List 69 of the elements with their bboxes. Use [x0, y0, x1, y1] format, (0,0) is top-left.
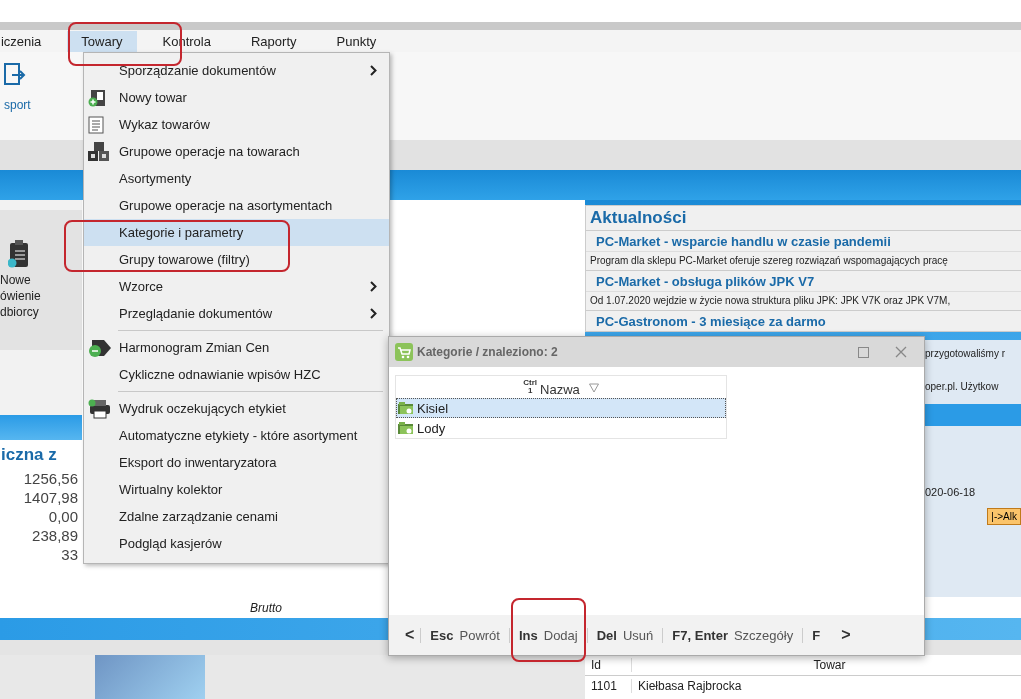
previous-button[interactable]: <: [399, 626, 421, 644]
menu-item[interactable]: Wykaz towarów: [84, 111, 389, 138]
new-order-tile[interactable]: Nowe ówienie dbiorcy: [0, 210, 82, 350]
table-cell: 1101: [585, 679, 632, 693]
menu-item[interactable]: Automatyczne etykiety - które asortyment: [84, 422, 389, 449]
cart-icon: [395, 343, 413, 361]
menu-item[interactable]: Przeglądanie dokumentów: [84, 300, 389, 327]
axis-label: Brutto: [250, 600, 282, 615]
filter-icon: [588, 383, 599, 393]
printer-icon: [88, 398, 112, 419]
export-icon: [4, 62, 26, 86]
dialog-title: Kategorie / znaleziono: 2: [417, 345, 559, 359]
maximize-icon: [857, 346, 869, 358]
table-cell-text: Kiełbasa Rajbrocka: [637, 679, 743, 693]
category-row[interactable]: Kisiel: [396, 398, 726, 418]
shortcut-button[interactable]: Esc Powrót: [420, 627, 509, 643]
shortcut-button[interactable]: Ins Dodaj: [508, 627, 587, 643]
summary-value: 238,89: [32, 526, 78, 545]
timeline-date: 020-06-18: [925, 486, 977, 498]
close-icon: [895, 346, 907, 358]
news-excerpt: oper.pl. Użytkow: [925, 381, 1000, 392]
column-header[interactable]: Id: [585, 658, 632, 672]
price-tag-icon: [88, 337, 112, 358]
menu-tab[interactable]: Towary: [67, 30, 137, 52]
column-header[interactable]: Towar: [632, 658, 1021, 672]
document-list-icon: [88, 115, 104, 134]
menu-tab[interactable]: Punkty: [322, 30, 391, 52]
menu-tab[interactable]: Raporty: [236, 30, 311, 52]
menu-item[interactable]: Grupowe operacje na asortymentach: [84, 192, 389, 219]
summary-value: 0,00: [48, 507, 78, 526]
menu-item[interactable]: Sporządzanie dokumentów: [84, 57, 389, 84]
menu-item[interactable]: Zdalne zarządzanie cenami: [84, 503, 389, 530]
menu-item[interactable]: Kategorie i parametry: [84, 219, 389, 246]
folder-icon: [398, 421, 414, 435]
section-title: iczna z: [0, 440, 82, 469]
export-button[interactable]: sport: [0, 62, 35, 122]
menu-item[interactable]: Wydruk oczekujących etykiet: [84, 395, 389, 422]
chevron-right-icon: [370, 281, 377, 292]
menu-item[interactable]: Cykliczne odnawianie wpisów HZC: [84, 361, 389, 388]
menu-item[interactable]: Eksport do inwentaryzatora: [84, 449, 389, 476]
menu-item[interactable]: Grupy towarowe (filtry): [84, 246, 389, 273]
summary-value: 1256,56: [23, 469, 78, 488]
summary-value: 1407,98: [23, 488, 78, 507]
menu-tab[interactable]: liczenia: [0, 30, 56, 52]
summary-value: 33: [61, 545, 78, 564]
chevron-right-icon: [370, 308, 377, 319]
menu-item[interactable]: Asortymenty: [84, 165, 389, 192]
news-headline[interactable]: PC-Market - obsługa plików JPK V7: [586, 270, 1021, 291]
next-button[interactable]: >: [835, 626, 857, 644]
menu-item[interactable]: Podgląd kasjerów: [84, 530, 389, 557]
chevron-right-icon: [370, 65, 377, 76]
menu-item[interactable]: Harmonogram Zmian Cen: [84, 334, 389, 361]
shortcut-button[interactable]: Del Usuń: [586, 627, 663, 643]
shortcut-button[interactable]: F: [802, 627, 836, 643]
news-excerpt: Od 1.07.2020 wejdzie w życie nowa struktura pliku JPK: JPK V7K oraz JPK V7M,: [586, 291, 1021, 310]
news-excerpt: Program dla sklepu PC-Market oferuje szereg rozwiązań wspomagających pracę: [586, 251, 1021, 270]
news-excerpt: przygotowaliśmy r: [925, 348, 1007, 359]
menu-item[interactable]: Nowy towar: [84, 84, 389, 111]
menu-item[interactable]: Grupowe operacje na towarach: [84, 138, 389, 165]
shortcut-button[interactable]: F7, Enter Szczegóły: [662, 627, 803, 643]
clipboard-icon: [8, 240, 30, 268]
news-headline[interactable]: PC-Gastronom - 3 miesiące za darmo: [586, 310, 1021, 331]
boxes-icon: [88, 141, 110, 162]
timeline-button[interactable]: |->Alk: [987, 508, 1021, 525]
news-headline[interactable]: PC-Market - wsparcie handlu w czasie pandemii: [586, 230, 1021, 251]
menu-item[interactable]: Wzorce: [84, 273, 389, 300]
menu-item[interactable]: Wirtualny kolektor: [84, 476, 389, 503]
folder-icon: [398, 401, 414, 415]
news-title: Aktualności: [589, 208, 688, 229]
